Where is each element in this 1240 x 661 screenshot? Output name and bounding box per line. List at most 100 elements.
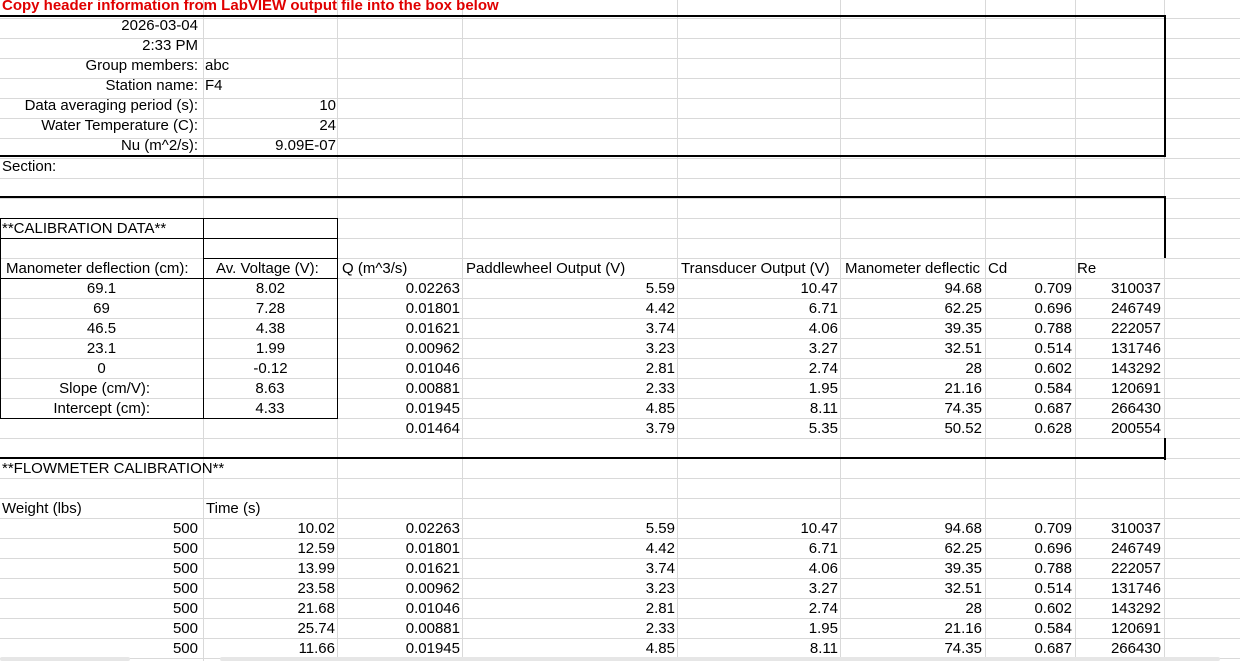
transducer-cell[interactable]: 4.06	[718, 319, 838, 339]
re-cell[interactable]: 120691	[1041, 619, 1161, 639]
re-cell[interactable]: 200554	[1041, 419, 1161, 439]
time-cell[interactable]: 10.02	[215, 519, 335, 539]
weight-header[interactable]: Weight (lbs)	[2, 499, 82, 519]
cal-voltage-cell[interactable]: 1.99	[204, 339, 337, 359]
transducer-cell[interactable]: 6.71	[718, 299, 838, 319]
q-header[interactable]: Q (m^3/s)	[342, 259, 407, 279]
paddlewheel-cell[interactable]: 4.85	[555, 399, 675, 419]
q-cell[interactable]: 0.02263	[340, 519, 460, 539]
paddlewheel-cell[interactable]: 3.23	[555, 339, 675, 359]
q-cell[interactable]: 0.00962	[340, 339, 460, 359]
re-cell[interactable]: 310037	[1041, 519, 1161, 539]
slope-value[interactable]: 8.63	[204, 379, 336, 399]
re-cell[interactable]: 310037	[1041, 279, 1161, 299]
q-cell[interactable]: 0.01801	[340, 299, 460, 319]
re-cell[interactable]: 246749	[1041, 539, 1161, 559]
re-cell[interactable]: 131746	[1041, 339, 1161, 359]
intercept-label[interactable]: Intercept (cm):	[0, 399, 150, 419]
section-label[interactable]: Section:	[2, 157, 56, 177]
paddlewheel-cell[interactable]: 4.85	[555, 639, 675, 659]
q-cell[interactable]: 0.01046	[340, 599, 460, 619]
q-cell[interactable]: 0.00881	[340, 619, 460, 639]
q-cell[interactable]: 0.01621	[340, 559, 460, 579]
weight-cell[interactable]: 500	[78, 599, 198, 619]
transducer-cell[interactable]: 6.71	[718, 539, 838, 559]
cal-voltage-cell[interactable]: 7.28	[204, 299, 337, 319]
av-voltage-header[interactable]: Av. Voltage (V):	[216, 259, 319, 279]
cal-deflection-cell[interactable]: 69.1	[0, 279, 203, 299]
station-name-label[interactable]: Station name:	[0, 76, 198, 96]
transducer-cell[interactable]: 10.47	[718, 519, 838, 539]
averaging-period-label[interactable]: Data averaging period (s):	[0, 96, 198, 116]
time-cell[interactable]: 12.59	[215, 539, 335, 559]
station-name-value[interactable]: F4	[205, 76, 223, 96]
nu-value[interactable]: 9.09E-07	[204, 136, 336, 156]
re-cell[interactable]: 246749	[1041, 299, 1161, 319]
paddlewheel-cell[interactable]: 5.59	[555, 519, 675, 539]
transducer-cell[interactable]: 5.35	[718, 419, 838, 439]
cal-deflection-cell[interactable]: 0	[0, 359, 203, 379]
transducer-cell[interactable]: 2.74	[718, 359, 838, 379]
time-cell[interactable]: 23.58	[215, 579, 335, 599]
weight-cell[interactable]: 500	[78, 519, 198, 539]
manometer-deflection-header[interactable]: Manometer deflection (cm):	[6, 259, 189, 279]
water-temp-label[interactable]: Water Temperature (C):	[0, 116, 198, 136]
paddlewheel-cell[interactable]: 2.33	[555, 619, 675, 639]
q-cell[interactable]: 0.01464	[340, 419, 460, 439]
paddlewheel-cell[interactable]: 3.79	[555, 419, 675, 439]
group-members-label[interactable]: Group members:	[0, 56, 198, 76]
q-cell[interactable]: 0.01046	[340, 359, 460, 379]
q-cell[interactable]: 0.00881	[340, 379, 460, 399]
slope-label[interactable]: Slope (cm/V):	[0, 379, 150, 399]
re-cell[interactable]: 222057	[1041, 559, 1161, 579]
cal-voltage-cell[interactable]: 4.38	[204, 319, 337, 339]
re-cell[interactable]: 266430	[1041, 399, 1161, 419]
weight-cell[interactable]: 500	[78, 639, 198, 659]
paddlewheel-cell[interactable]: 2.81	[555, 359, 675, 379]
horizontal-scrollbar[interactable]	[220, 657, 1220, 661]
q-cell[interactable]: 0.01945	[340, 639, 460, 659]
time-cell[interactable]: 25.74	[215, 619, 335, 639]
flowmeter-title[interactable]: **FLOWMETER CALIBRATION**	[2, 459, 224, 479]
cal-voltage-cell[interactable]: 8.02	[204, 279, 337, 299]
manometer-deflection-result-header[interactable]: Manometer deflectic	[845, 259, 985, 279]
time-header[interactable]: Time (s)	[206, 499, 260, 519]
cal-voltage-cell[interactable]: -0.12	[204, 359, 337, 379]
weight-cell[interactable]: 500	[78, 619, 198, 639]
transducer-cell[interactable]: 3.27	[718, 579, 838, 599]
cal-deflection-cell[interactable]: 46.5	[0, 319, 203, 339]
paddlewheel-cell[interactable]: 3.23	[555, 579, 675, 599]
weight-cell[interactable]: 500	[78, 579, 198, 599]
header-time[interactable]: 2:33 PM	[0, 36, 198, 56]
transducer-cell[interactable]: 10.47	[718, 279, 838, 299]
header-date[interactable]: 2026-03-04	[0, 16, 198, 36]
paddlewheel-cell[interactable]: 3.74	[555, 319, 675, 339]
time-cell[interactable]: 11.66	[215, 639, 335, 659]
q-cell[interactable]: 0.01801	[340, 539, 460, 559]
paddlewheel-cell[interactable]: 4.42	[555, 299, 675, 319]
q-cell[interactable]: 0.01945	[340, 399, 460, 419]
cd-header[interactable]: Cd	[988, 259, 1007, 279]
transducer-cell[interactable]: 4.06	[718, 559, 838, 579]
paddlewheel-cell[interactable]: 2.33	[555, 379, 675, 399]
transducer-cell[interactable]: 1.95	[718, 379, 838, 399]
paddlewheel-cell[interactable]: 3.74	[555, 559, 675, 579]
cal-deflection-cell[interactable]: 23.1	[0, 339, 203, 359]
cal-deflection-cell[interactable]: 69	[0, 299, 203, 319]
re-cell[interactable]: 131746	[1041, 579, 1161, 599]
transducer-header[interactable]: Transducer Output (V)	[681, 259, 830, 279]
q-cell[interactable]: 0.01621	[340, 319, 460, 339]
q-cell[interactable]: 0.02263	[340, 279, 460, 299]
paddlewheel-cell[interactable]: 5.59	[555, 279, 675, 299]
paddlewheel-cell[interactable]: 4.42	[555, 539, 675, 559]
calibration-title[interactable]: **CALIBRATION DATA**	[2, 219, 166, 239]
intercept-value[interactable]: 4.33	[204, 399, 336, 419]
re-cell[interactable]: 143292	[1041, 359, 1161, 379]
time-cell[interactable]: 13.99	[215, 559, 335, 579]
paddlewheel-cell[interactable]: 2.81	[555, 599, 675, 619]
time-cell[interactable]: 21.68	[215, 599, 335, 619]
paddlewheel-header[interactable]: Paddlewheel Output (V)	[466, 259, 625, 279]
transducer-cell[interactable]: 1.95	[718, 619, 838, 639]
water-temp-value[interactable]: 24	[204, 116, 336, 136]
sheet-tab-scroll[interactable]	[0, 657, 130, 661]
